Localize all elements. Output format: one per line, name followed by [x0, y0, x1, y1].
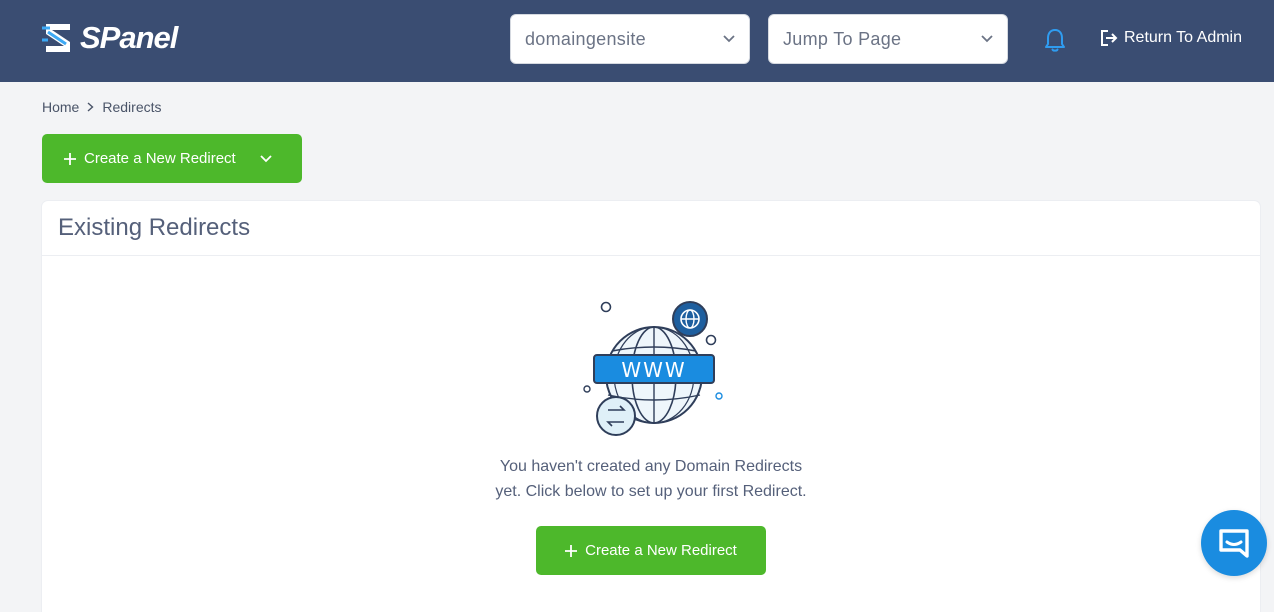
domain-select[interactable]: domaingensite [510, 14, 750, 64]
domain-select-value: domaingensite [525, 28, 646, 49]
chevron-down-icon [260, 154, 272, 162]
spanel-logo-icon [42, 24, 70, 52]
bell-icon[interactable] [1043, 27, 1067, 53]
logo-text: SPanel [80, 20, 178, 55]
return-to-admin-link[interactable]: Return To Admin [1100, 29, 1242, 47]
create-redirect-dropdown-button[interactable]: Create a New Redirect [42, 134, 302, 183]
plus-icon [64, 152, 76, 165]
return-label: Return To Admin [1124, 29, 1242, 46]
empty-line-1: You haven't created any Domain Redirects [499, 458, 803, 475]
chevron-right-icon [87, 102, 94, 112]
chat-widget-button[interactable] [1201, 510, 1267, 576]
create-redirect-label: Create a New Redirect [84, 150, 236, 167]
create-redirect-button[interactable]: Create a New Redirect [536, 526, 766, 575]
existing-redirects-card: Existing Redirects WWW You haven't creat… [42, 201, 1260, 612]
card-title: Existing Redirects [58, 214, 251, 241]
empty-line-2: yet. Click below to set up your first Re… [495, 483, 807, 500]
empty-state-message: You haven't created any Domain Redirects… [451, 454, 851, 504]
card-header: Existing Redirects [42, 201, 1260, 256]
chevron-down-icon [981, 35, 993, 43]
globe-www-icon: WWW [583, 301, 723, 436]
chevron-down-icon [723, 35, 735, 43]
jump-select-value: Jump To Page [783, 28, 902, 49]
top-bar: SPanel domaingensite Jump To Page Return… [0, 0, 1274, 82]
breadcrumb: Home Redirects [42, 99, 162, 115]
jump-to-page-select[interactable]: Jump To Page [768, 14, 1008, 64]
logout-icon [1101, 30, 1118, 46]
create-redirect-label: Create a New Redirect [585, 542, 737, 559]
breadcrumb-home[interactable]: Home [42, 99, 79, 115]
spanel-logo[interactable]: SPanel [40, 18, 178, 58]
www-label: WWW [621, 358, 686, 382]
plus-icon [565, 544, 578, 557]
breadcrumb-current: Redirects [102, 99, 162, 115]
chat-icon [1219, 529, 1249, 558]
